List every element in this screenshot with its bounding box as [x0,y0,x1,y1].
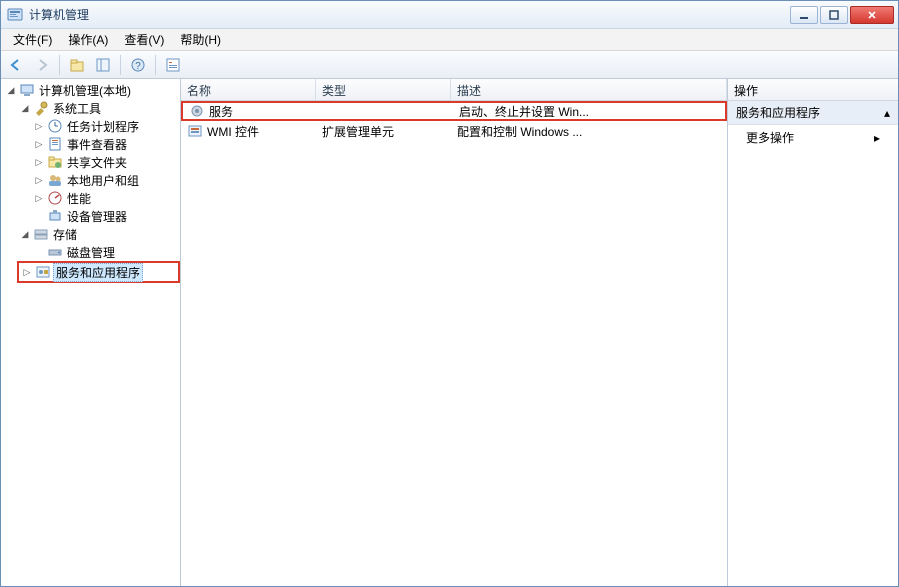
column-desc[interactable]: 描述 [451,79,727,100]
users-icon [47,172,63,188]
tree-services-apps[interactable]: ▷ 服务和应用程序 [19,263,178,281]
tree-label: 设备管理器 [65,208,129,225]
disk-icon [47,244,63,260]
tree-label: 服务和应用程序 [53,263,143,282]
back-button[interactable] [5,54,27,76]
menu-view[interactable]: 查看(V) [116,29,172,50]
tree-pane: ◢ 计算机管理(本地) ◢ 系统工具 ▷ [1,79,181,586]
show-hide-tree-button[interactable] [92,54,114,76]
menu-action[interactable]: 操作(A) [60,29,116,50]
clock-icon [47,118,63,134]
app-icon [7,7,23,23]
properties-button[interactable] [162,54,184,76]
action-header: 操作 [728,79,898,101]
window-buttons [788,6,894,24]
up-button[interactable] [66,54,88,76]
tree-system-tools[interactable]: ◢ 系统工具 [17,99,180,117]
tree-label: 本地用户和组 [65,172,141,189]
title-bar: 计算机管理 [1,1,898,29]
collapse-icon[interactable]: ◢ [5,84,17,96]
cell-type: 扩展管理单元 [322,123,394,140]
tree-label: 系统工具 [51,100,103,117]
computer-icon [19,82,35,98]
toolbar: ? [1,51,898,79]
tree-label: 性能 [65,190,93,207]
menu-bar: 文件(F) 操作(A) 查看(V) 帮助(H) [1,29,898,51]
svg-text:?: ? [135,61,141,72]
cell-desc: 启动、终止并设置 Win... [459,103,589,120]
expand-icon[interactable]: ▷ [33,120,45,132]
expand-icon[interactable]: ▷ [21,266,33,278]
tree-performance[interactable]: ▷ 性能 [31,189,180,207]
help-button[interactable]: ? [127,54,149,76]
list-body: 服务 启动、终止并设置 Win... WMI 控件 扩展管理单元 配置和控制 W… [181,101,727,586]
spacer [33,210,45,222]
window-title: 计算机管理 [29,6,788,23]
toolbar-separator [155,55,156,75]
tree-label: 事件查看器 [65,136,129,153]
tree-local-users[interactable]: ▷ 本地用户和组 [31,171,180,189]
event-icon [47,136,63,152]
maximize-button[interactable] [820,6,848,24]
list-pane: 名称 类型 描述 服务 启动、终止并设置 Win... WMI 控件 扩展管理单… [181,79,728,586]
gear-icon [189,103,205,119]
wmi-icon [187,123,203,139]
collapse-icon[interactable]: ◢ [19,102,31,114]
collapse-icon[interactable]: ◢ [19,228,31,240]
tree-label: 计算机管理(本地) [37,82,133,99]
cell-name: 服务 [209,103,233,120]
toolbar-separator [59,55,60,75]
cell-desc: 配置和控制 Windows ... [457,123,582,140]
close-button[interactable] [850,6,894,24]
cell-name: WMI 控件 [207,123,259,140]
tree-storage[interactable]: ◢ 存储 [17,225,180,243]
tree-device-manager[interactable]: 设备管理器 [31,207,180,225]
chevron-right-icon: ▸ [874,131,880,145]
menu-file[interactable]: 文件(F) [5,29,60,50]
action-group-header[interactable]: 服务和应用程序 ▴ [728,101,898,125]
action-more-label: 更多操作 [746,129,794,146]
list-row-services[interactable]: 服务 启动、终止并设置 Win... [181,101,727,121]
device-icon [47,208,63,224]
tree-label: 共享文件夹 [65,154,129,171]
expand-icon[interactable]: ▷ [33,138,45,150]
list-row-wmi[interactable]: WMI 控件 扩展管理单元 配置和控制 Windows ... [181,121,727,141]
performance-icon [47,190,63,206]
action-group-label: 服务和应用程序 [736,104,820,121]
tree-shared-folders[interactable]: ▷ 共享文件夹 [31,153,180,171]
expand-icon[interactable]: ▷ [33,174,45,186]
menu-help[interactable]: 帮助(H) [172,29,229,50]
services-apps-icon [35,264,51,280]
folder-share-icon [47,154,63,170]
tree-label: 存储 [51,226,79,243]
forward-button[interactable] [31,54,53,76]
tree-label: 任务计划程序 [65,118,141,135]
tree-root[interactable]: ◢ 计算机管理(本地) [3,81,180,99]
tree-task-scheduler[interactable]: ▷ 任务计划程序 [31,117,180,135]
storage-icon [33,226,49,242]
action-pane: 操作 服务和应用程序 ▴ 更多操作 ▸ [728,79,898,586]
column-type[interactable]: 类型 [316,79,451,100]
toolbar-separator [120,55,121,75]
tree-label: 磁盘管理 [65,244,117,261]
expand-icon[interactable]: ▷ [33,192,45,204]
tree-disk-management[interactable]: 磁盘管理 [31,243,180,261]
spacer [33,246,45,258]
minimize-button[interactable] [790,6,818,24]
column-name[interactable]: 名称 [181,79,316,100]
tools-icon [33,100,49,116]
action-more[interactable]: 更多操作 ▸ [728,125,898,150]
list-header: 名称 类型 描述 [181,79,727,101]
tree-event-viewer[interactable]: ▷ 事件查看器 [31,135,180,153]
collapse-up-icon: ▴ [884,106,890,120]
main-area: ◢ 计算机管理(本地) ◢ 系统工具 ▷ [1,79,898,586]
expand-icon[interactable]: ▷ [33,156,45,168]
